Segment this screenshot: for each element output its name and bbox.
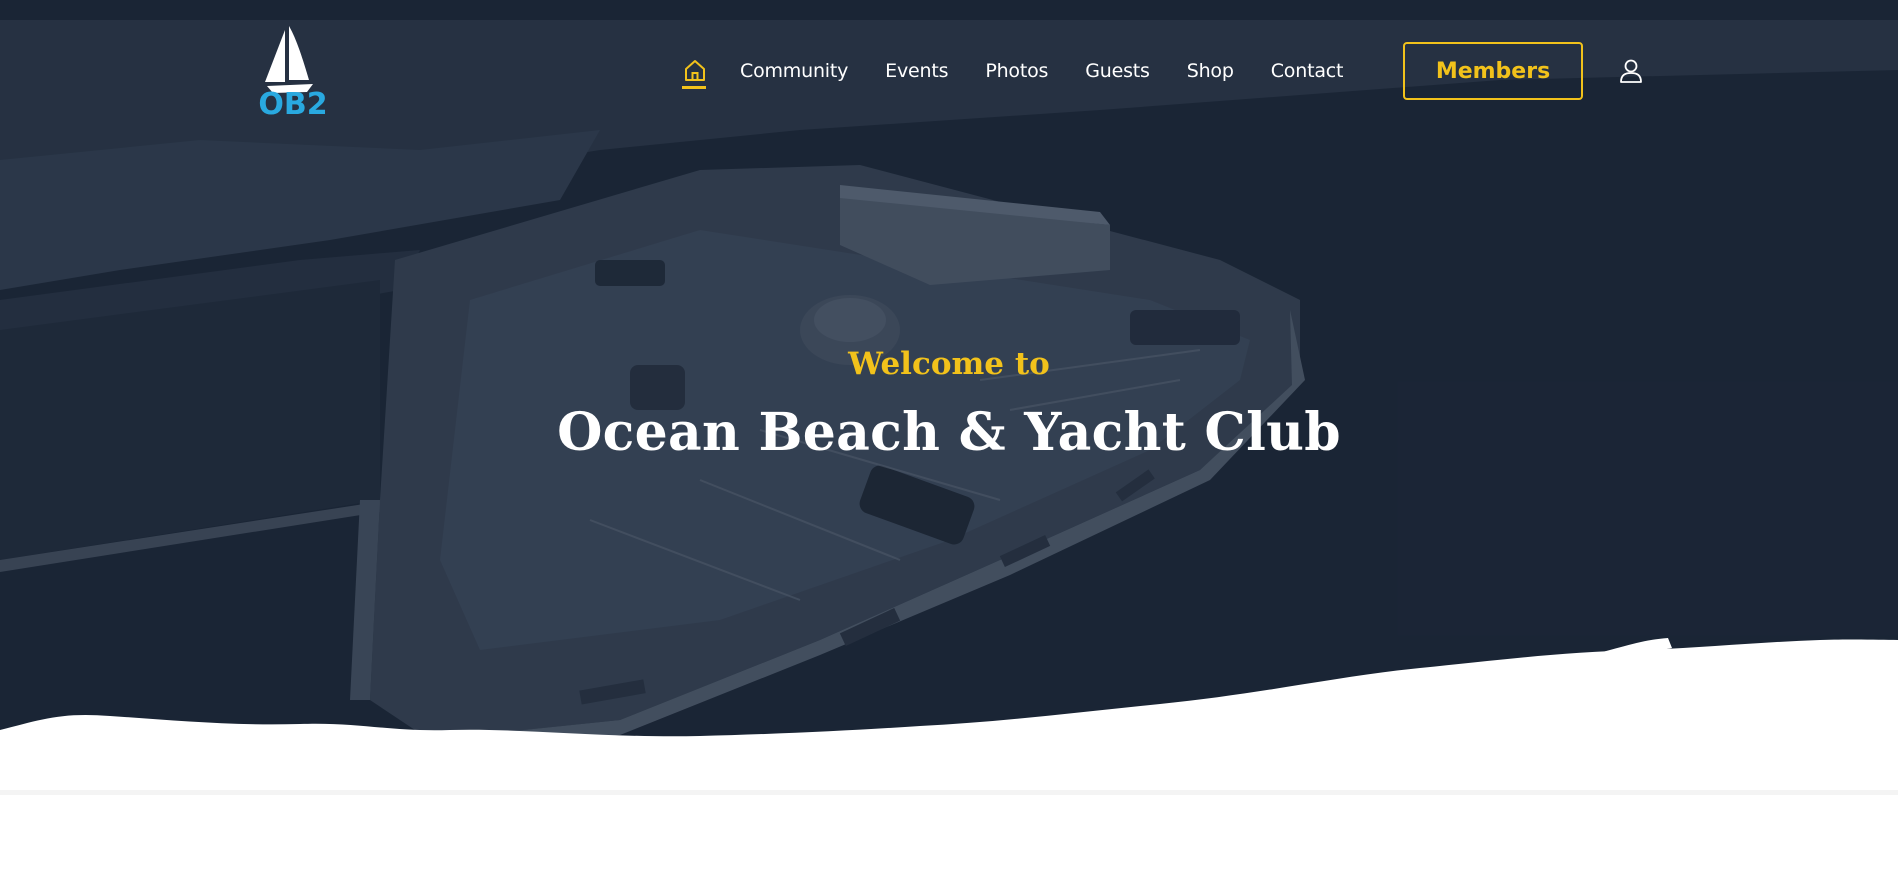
nav-home[interactable] xyxy=(682,52,708,90)
active-indicator xyxy=(682,86,706,89)
logo-text: OB2 xyxy=(258,87,327,118)
members-button[interactable]: Members xyxy=(1403,42,1583,100)
home-icon xyxy=(685,60,705,81)
nav-shop[interactable]: Shop xyxy=(1187,60,1234,82)
nav-events[interactable]: Events xyxy=(885,60,948,82)
user-icon[interactable] xyxy=(1619,58,1643,84)
nav-guests[interactable]: Guests xyxy=(1085,60,1150,82)
nav-community[interactable]: Community xyxy=(740,60,848,82)
main-nav: Community Events Photos Guests Shop Cont… xyxy=(682,50,1343,92)
sailboat-icon xyxy=(265,30,285,82)
hero-title: Ocean Beach & Yacht Club xyxy=(557,402,1341,463)
hero-welcome-text: Welcome to xyxy=(848,346,1050,382)
nav-photos[interactable]: Photos xyxy=(985,60,1048,82)
nav-contact[interactable]: Contact xyxy=(1271,60,1344,82)
club-logo[interactable]: OB2 xyxy=(253,26,333,118)
